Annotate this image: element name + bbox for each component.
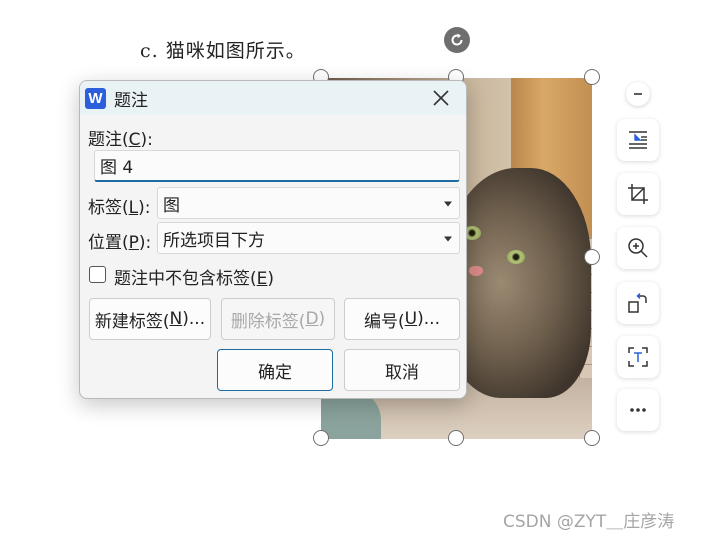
crop-icon[interactable]	[617, 173, 659, 215]
rotate-icon[interactable]	[617, 282, 659, 324]
extract-text-icon[interactable]	[617, 336, 659, 378]
exclude-label-checkbox[interactable]	[89, 266, 106, 283]
position-select[interactable]: 所选项目下方	[157, 222, 460, 254]
resize-handle-bottom[interactable]	[448, 430, 464, 446]
zoom-in-icon[interactable]	[617, 227, 659, 269]
resize-handle-bottom-right[interactable]	[584, 430, 600, 446]
exclude-label-text[interactable]: 题注中不包含标签(E)	[114, 264, 274, 289]
caption-label: 题注(C):	[88, 130, 153, 150]
tag-label: 标签(L):	[88, 198, 151, 218]
caption-input-value: 图 4	[100, 158, 134, 178]
tag-select-value: 图	[163, 195, 180, 216]
chevron-down-icon	[444, 236, 452, 242]
wps-writer-icon: W	[85, 87, 106, 109]
caption-dialog: W 题注 题注(C): 图 4 标签(L): 图 位置(P): 所选项目下方 题…	[79, 80, 467, 399]
ok-button[interactable]: 确定	[217, 349, 333, 391]
chevron-down-icon	[444, 201, 452, 207]
resize-handle-right[interactable]	[584, 249, 600, 265]
numbering-button[interactable]: 编号(U)...	[344, 298, 460, 340]
dialog-titlebar[interactable]: W 题注	[80, 81, 466, 115]
resize-handle-bottom-left[interactable]	[313, 430, 329, 446]
photo-cat-eye-right	[507, 250, 525, 264]
new-label-button[interactable]: 新建标签(N)...	[89, 298, 211, 340]
cancel-button[interactable]: 取消	[344, 349, 460, 391]
collapse-icon[interactable]	[626, 82, 650, 106]
tag-select[interactable]: 图	[157, 187, 460, 219]
watermark: CSDN @ZYT＿庄彦涛	[503, 512, 675, 532]
resize-handle-top-right[interactable]	[584, 69, 600, 85]
rotate-handle-icon[interactable]	[444, 27, 470, 53]
close-icon[interactable]	[430, 87, 452, 109]
position-label: 位置(P):	[88, 233, 152, 253]
wrap-text-icon[interactable]	[617, 119, 659, 161]
document-text-line: c. 猫咪如图所示。	[140, 40, 306, 62]
photo-cat-nose	[469, 266, 483, 276]
dialog-title: 题注	[114, 90, 148, 111]
position-select-value: 所选项目下方	[163, 230, 265, 251]
more-icon[interactable]	[617, 389, 659, 431]
caption-input[interactable]: 图 4	[94, 150, 460, 182]
delete-label-button[interactable]: 删除标签(D)	[221, 298, 335, 340]
